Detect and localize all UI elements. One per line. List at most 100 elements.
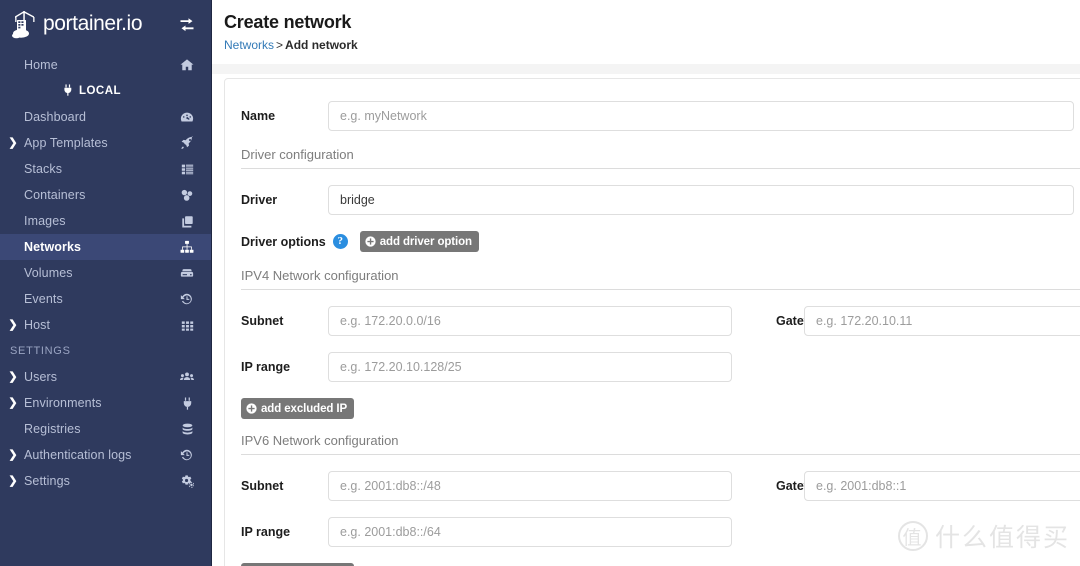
sidebar-item-environments[interactable]: ❯ Environments — [0, 390, 211, 416]
chevron-placeholder: ❯ — [0, 216, 24, 227]
sidebar-item-label: Host — [24, 318, 51, 332]
swap-arrows-icon[interactable] — [177, 14, 197, 34]
breadcrumb: Networks > Add network — [224, 38, 1080, 52]
chevron-placeholder: ❯ — [0, 268, 24, 279]
chevron-placeholder: ❯ — [0, 60, 24, 71]
question-mark-icon[interactable]: ? — [332, 234, 348, 249]
sidebar-item-networks[interactable]: ❯ Networks — [0, 234, 211, 260]
ipv6-subnet-input[interactable] — [328, 471, 732, 501]
page-header: Create network Networks > Add network — [212, 0, 1080, 52]
sidebar-item-label: App Templates — [24, 136, 108, 150]
sidebar-item-settings[interactable]: ❯ Settings — [0, 468, 211, 494]
ipv4-ip-range-input[interactable] — [328, 352, 732, 382]
name-input[interactable] — [328, 101, 1074, 131]
sidebar-item-label: Images — [24, 214, 66, 228]
driver-label: Driver — [241, 193, 278, 207]
portainer-logo-icon — [10, 8, 40, 40]
environment-name: LOCAL — [78, 85, 122, 97]
section-title-driver-configuration: Driver configuration — [241, 147, 1080, 169]
chevron-placeholder: ❯ — [0, 424, 24, 435]
main-content: Create network Networks > Add network Name… — [212, 0, 1080, 566]
ipv6-subnet-label: Subnet — [241, 479, 284, 493]
sidebar-item-label: Registries — [24, 422, 81, 436]
form-row-ipv6-subnet-gateway: Subnet Gateway — [241, 471, 1080, 501]
form-row-driver-options: Driver options ? add driver option — [241, 231, 1080, 252]
gears-icon — [177, 474, 197, 488]
plus-circle-icon — [246, 403, 257, 414]
sidebar-item-label: Events — [24, 292, 63, 306]
driver-options-label: Driver options — [241, 234, 326, 249]
ipv6-gateway-label: Gateway — [776, 479, 828, 493]
form-row-ipv6-ip-range: IP range — [241, 517, 1080, 547]
sidebar-item-authentication-logs[interactable]: ❯ Authentication logs — [0, 442, 211, 468]
chevron-placeholder: ❯ — [0, 190, 24, 201]
form-row-name: Name — [241, 101, 1080, 131]
driver-input[interactable] — [328, 185, 1074, 215]
sidebar-item-label: Users — [24, 370, 58, 384]
ipv4-subnet-label: Subnet — [241, 314, 284, 328]
add-driver-option-button[interactable]: add driver option — [359, 231, 479, 252]
sidebar-item-registries[interactable]: ❯ Registries — [0, 416, 211, 442]
chevron-right-icon[interactable]: ❯ — [0, 319, 24, 331]
sidebar-item-label: Environments — [24, 396, 102, 410]
sidebar-item-label: Dashboard — [24, 110, 87, 124]
users-icon — [177, 370, 197, 384]
sidebar-item-images[interactable]: ❯ Images — [0, 208, 211, 234]
section-title-ipv6: IPV6 Network configuration — [241, 433, 1080, 455]
sidebar-item-label: Authentication logs — [24, 448, 132, 462]
form-row-ipv4-ip-range: IP range — [241, 352, 1080, 382]
chevron-placeholder: ❯ — [0, 164, 24, 175]
chevron-right-icon[interactable]: ❯ — [0, 449, 24, 461]
sidebar-item-label: Volumes — [24, 266, 73, 280]
ipv6-ip-range-input[interactable] — [328, 517, 732, 547]
ipv4-ip-range-label: IP range — [241, 360, 291, 374]
history-icon — [177, 292, 197, 306]
breadcrumb-current: Add network — [285, 38, 358, 52]
ipv4-add-excluded-ip-button[interactable]: add excluded IP — [241, 398, 355, 419]
section-title-ipv4: IPV4 Network configuration — [241, 268, 1080, 290]
chevron-right-icon[interactable]: ❯ — [0, 475, 24, 487]
sidebar-item-app-templates[interactable]: ❯ App Templates — [0, 130, 211, 156]
volume-icon — [177, 266, 197, 280]
chevron-right-icon[interactable]: ❯ — [0, 371, 24, 383]
portainer-app: portainer.io ❯ Home — [0, 0, 1080, 566]
breadcrumb-separator: > — [276, 38, 284, 52]
sidebar-item-host[interactable]: ❯ Host — [0, 312, 211, 338]
chevron-placeholder: ❯ — [0, 112, 24, 123]
sidebar-item-users[interactable]: ❯ Users — [0, 364, 211, 390]
add-driver-option-label: add driver option — [379, 235, 472, 248]
sidebar-item-containers[interactable]: ❯ Containers — [0, 182, 211, 208]
chevron-right-icon[interactable]: ❯ — [0, 397, 24, 409]
sidebar-nav: ❯ Home LOCAL ❯ Dashboar — [0, 48, 211, 494]
plug-icon — [62, 83, 74, 99]
ipv6-gateway-input[interactable] — [804, 471, 1080, 501]
sidebar-item-label: Containers — [24, 188, 86, 202]
ipv4-add-excluded-ip-label: add excluded IP — [261, 402, 348, 415]
ipv4-gateway-label: Gateway — [776, 314, 828, 328]
breadcrumb-link-networks[interactable]: Networks — [224, 38, 274, 52]
ipv4-subnet-input[interactable] — [328, 306, 732, 336]
ipv4-gateway-input[interactable] — [804, 306, 1080, 336]
sidebar-item-stacks[interactable]: ❯ Stacks — [0, 156, 211, 182]
chevron-placeholder: ❯ — [0, 294, 24, 305]
containers-icon — [177, 188, 197, 202]
form-row-driver: Driver — [241, 185, 1080, 215]
images-icon — [177, 215, 197, 228]
sidebar-item-events[interactable]: ❯ Events — [0, 286, 211, 312]
sidebar-item-dashboard[interactable]: ❯ Dashboard — [0, 104, 211, 130]
environment-indicator: LOCAL — [0, 78, 211, 104]
sidebar-item-home[interactable]: ❯ Home — [0, 52, 211, 78]
chevron-placeholder: ❯ — [0, 242, 24, 253]
sidebar-item-volumes[interactable]: ❯ Volumes — [0, 260, 211, 286]
history-icon — [177, 448, 197, 462]
ipv4-add-excluded-wrap: add excluded IP — [241, 398, 1080, 419]
plus-circle-icon — [365, 236, 376, 247]
name-label: Name — [241, 109, 276, 123]
sidebar: portainer.io ❯ Home — [0, 0, 212, 566]
create-network-form-card: Name Driver configuration Driver Driver … — [224, 78, 1080, 566]
sidebar-item-label: Stacks — [24, 162, 63, 176]
plug-icon — [177, 396, 197, 410]
sidebar-item-label: Networks — [24, 240, 82, 254]
sidebar-item-label: Home — [24, 58, 58, 72]
chevron-right-icon[interactable]: ❯ — [0, 137, 24, 149]
